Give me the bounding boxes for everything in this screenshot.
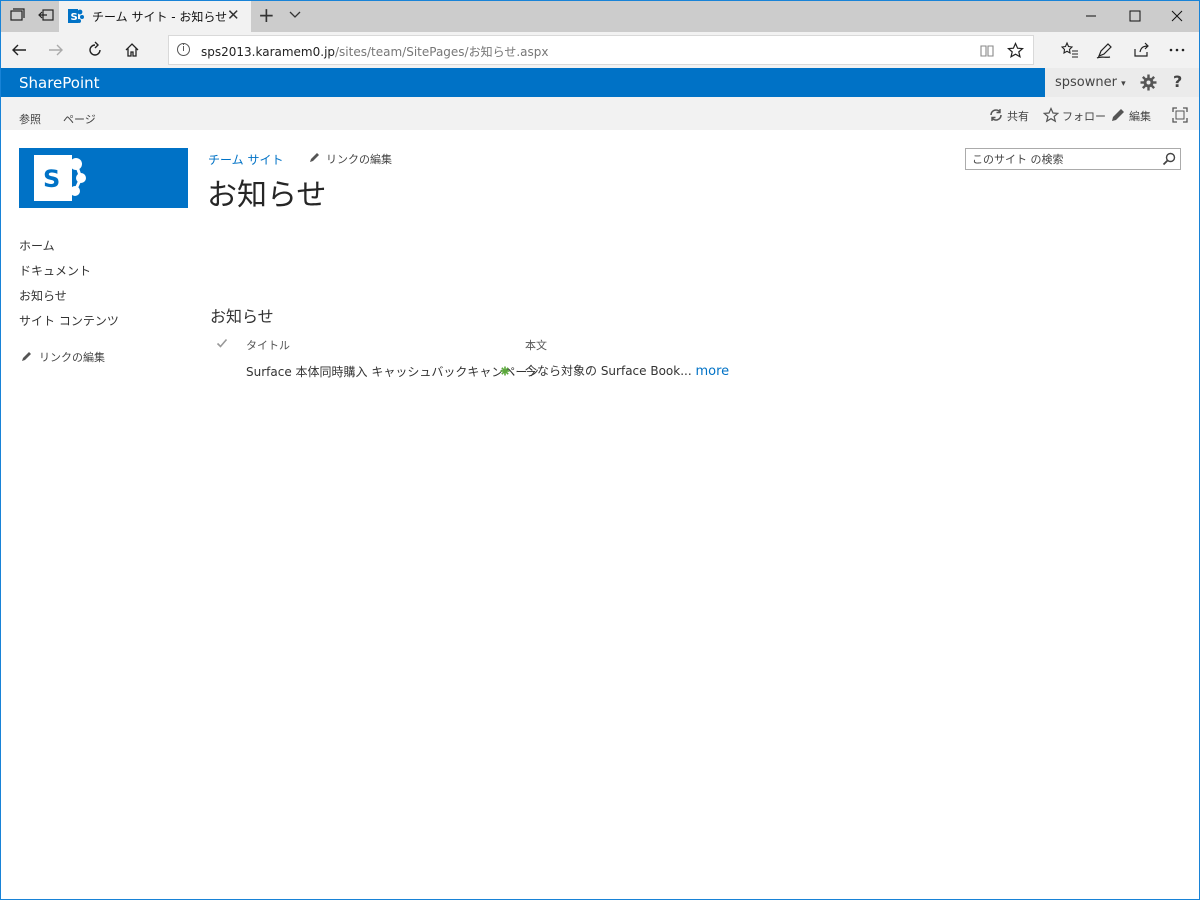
quick-launch-item-documents[interactable]: ドキュメント xyxy=(19,263,189,288)
forward-arrow-icon[interactable] xyxy=(47,41,65,59)
follow-star-icon[interactable] xyxy=(1043,107,1059,123)
column-header-body[interactable]: 本文 xyxy=(525,337,547,353)
maximize-button[interactable] xyxy=(1112,0,1158,32)
search-input[interactable] xyxy=(966,149,1156,169)
chevron-down-icon[interactable] xyxy=(288,8,302,22)
edit-button[interactable]: 編集 xyxy=(1129,108,1151,124)
site-search-box xyxy=(965,148,1181,170)
sharepoint-brand-link[interactable]: SharePoint xyxy=(19,74,100,92)
svg-text:S: S xyxy=(71,12,78,23)
user-area: spsowner ▾ ? xyxy=(1045,68,1200,97)
user-menu[interactable]: spsowner ▾ xyxy=(1055,75,1126,90)
close-window-button[interactable] xyxy=(1154,0,1200,32)
new-tab-icon[interactable]: + xyxy=(258,3,275,27)
tab-title: チーム サイト - お知らせ xyxy=(92,10,228,24)
set-tabs-aside-icon[interactable] xyxy=(37,7,55,25)
quick-launch: ホーム ドキュメント お知らせ サイト コンテンツ xyxy=(19,238,189,338)
search-icon[interactable] xyxy=(1162,152,1176,166)
favorites-hub-icon[interactable] xyxy=(1061,41,1079,59)
logo-letter: S xyxy=(43,165,60,193)
browser-tab-bar: S チーム サイト - お知らせ ✕ + xyxy=(0,0,1200,32)
share-button[interactable]: 共有 xyxy=(1007,108,1029,124)
address-bar[interactable]: i sps2013.karamem0.jp/sites/team/SitePag… xyxy=(168,35,1034,65)
list-item-title-link[interactable]: Surface 本体同時購入 キャッシュバックキャンペーン xyxy=(246,363,539,380)
tab-active[interactable]: S チーム サイト - お知らせ ✕ xyxy=(59,0,251,32)
site-logo[interactable]: S xyxy=(19,148,188,208)
pencil-icon xyxy=(22,352,31,361)
home-icon[interactable] xyxy=(123,41,141,59)
web-note-pen-icon[interactable] xyxy=(1096,41,1114,59)
favorite-star-icon[interactable] xyxy=(1007,42,1024,59)
tab-close-icon[interactable]: ✕ xyxy=(227,6,240,24)
window-border xyxy=(0,0,1200,900)
pencil-icon[interactable] xyxy=(1110,107,1126,123)
quick-launch-item-announcements[interactable]: お知らせ xyxy=(19,288,189,313)
gear-icon[interactable] xyxy=(1140,74,1157,91)
share-icon[interactable] xyxy=(1133,41,1151,59)
ribbon-tab-browse[interactable]: 参照 xyxy=(19,111,41,127)
select-all-check-icon[interactable] xyxy=(216,337,228,349)
address-url[interactable]: sps2013.karamem0.jp/sites/team/SitePages… xyxy=(201,43,549,60)
edit-links-top[interactable]: リンクの編集 xyxy=(326,151,392,167)
sharepoint-favicon-icon: S xyxy=(68,9,84,23)
focus-on-content-icon[interactable] xyxy=(1172,107,1188,123)
ribbon-tab-page[interactable]: ページ xyxy=(63,111,96,127)
follow-button[interactable]: フォロー xyxy=(1062,108,1106,124)
tab-list-icon[interactable] xyxy=(8,7,26,25)
new-item-icon xyxy=(500,366,510,376)
more-dots-icon[interactable] xyxy=(1168,41,1186,59)
list-item-body: 今なら対象の Surface Book... more xyxy=(525,364,730,379)
reading-view-icon[interactable] xyxy=(979,43,995,59)
suite-bar: SharePoint spsowner ▾ ? xyxy=(0,68,1200,97)
quick-launch-item-site-contents[interactable]: サイト コンテンツ xyxy=(19,313,189,338)
breadcrumb-site-link[interactable]: チーム サイト xyxy=(208,151,283,168)
site-info-icon[interactable]: i xyxy=(177,43,190,56)
edit-links-label: リンクの編集 xyxy=(39,351,105,364)
share-sync-icon[interactable] xyxy=(988,107,1004,123)
browser-nav-bar: i sps2013.karamem0.jp/sites/team/SitePag… xyxy=(0,32,1200,68)
more-link[interactable]: more xyxy=(695,364,729,379)
help-icon[interactable]: ? xyxy=(1173,72,1182,91)
page-title: お知らせ xyxy=(207,178,327,213)
column-header-title[interactable]: タイトル xyxy=(246,337,290,353)
quick-launch-item-home[interactable]: ホーム xyxy=(19,238,189,263)
back-arrow-icon[interactable] xyxy=(10,41,28,59)
ribbon: 参照 ページ 共有 フォロー 編集 xyxy=(0,97,1200,130)
webpart-title[interactable]: お知らせ xyxy=(210,303,274,327)
minimize-button[interactable] xyxy=(1068,0,1114,32)
pencil-icon xyxy=(310,153,319,162)
refresh-icon[interactable] xyxy=(86,41,104,59)
